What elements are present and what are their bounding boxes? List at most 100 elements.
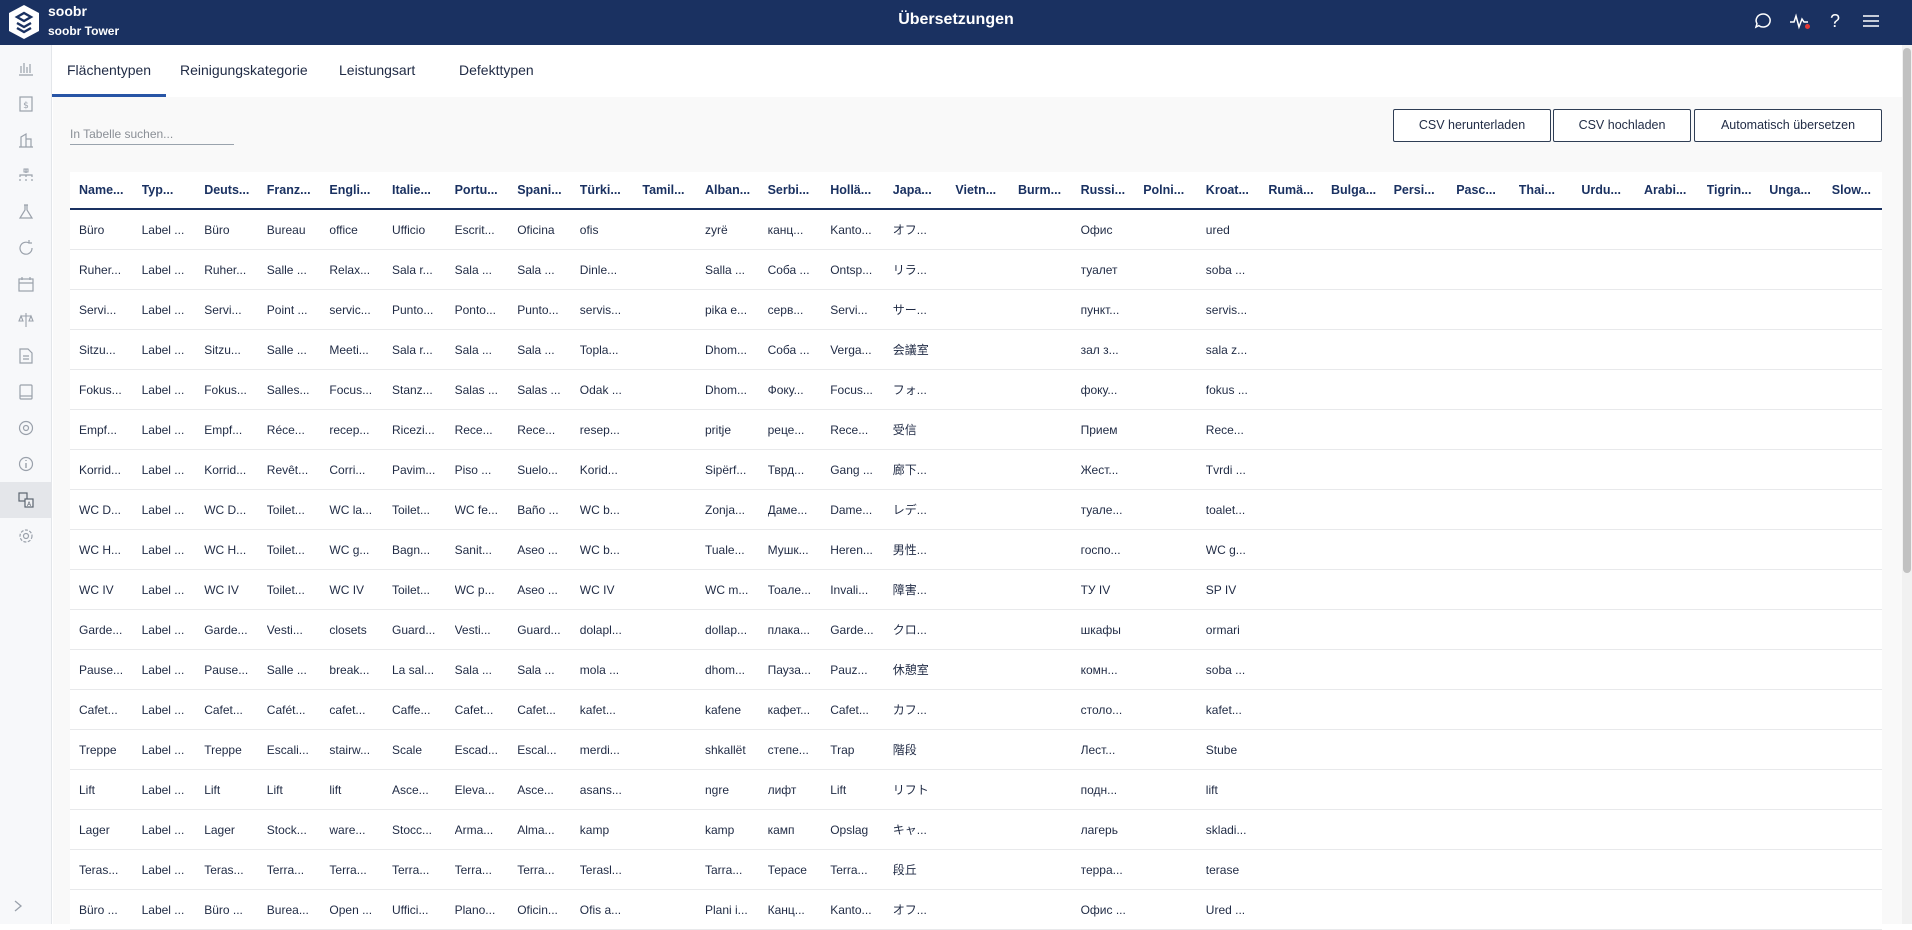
column-header[interactable]: Alban... xyxy=(705,172,764,208)
table-row[interactable]: Cafet... Label ... Cafet... Cafét... cafet..… xyxy=(70,690,1882,730)
column-header[interactable]: Tigrin... xyxy=(1707,172,1766,208)
column-header[interactable]: Arabi... xyxy=(1644,172,1703,208)
column-header[interactable]: Franz... xyxy=(267,172,326,208)
column-header[interactable]: Persi... xyxy=(1394,172,1453,208)
sidebar-item-sensors[interactable] xyxy=(0,410,52,446)
table-cell: Pause... xyxy=(79,663,124,677)
tab-flaechentypen[interactable]: Flächentypen xyxy=(52,45,167,97)
column-header[interactable]: Pasc... xyxy=(1456,172,1515,208)
table-row[interactable]: WC IV Label ... WC IV Toilet... WC IV Toilet.… xyxy=(70,570,1882,610)
table-row[interactable]: Sitzu... Label ... Sitzu... Salle ... Meeti.… xyxy=(70,330,1882,370)
column-header[interactable]: Burm... xyxy=(1018,172,1077,208)
sidebar-item-sync[interactable] xyxy=(0,230,52,266)
table-row[interactable]: Servi... Label ... Servi... Point ... servic… xyxy=(70,290,1882,330)
table-row[interactable]: Korrid... Label ... Korrid... Revêt... Corri… xyxy=(70,450,1882,490)
sidebar-item-balance[interactable] xyxy=(0,302,52,338)
column-header[interactable]: Kroat... xyxy=(1206,172,1265,208)
chevron-right-icon[interactable] xyxy=(10,898,26,914)
tab-defekttypen[interactable]: Defekttypen xyxy=(444,45,549,97)
table-row[interactable]: Pause... Label ... Pause... Salle ... break.… xyxy=(70,650,1882,690)
table-row[interactable]: Treppe Label ... Treppe Escali... stairw... S… xyxy=(70,730,1882,770)
table-cell: Ponto... xyxy=(454,303,496,317)
sidebar-item-dashboard[interactable] xyxy=(0,50,52,86)
column-header[interactable]: Slow... xyxy=(1832,172,1891,208)
column-header[interactable]: Name... xyxy=(79,172,138,208)
table-row[interactable]: WC D... Label ... WC D... Toilet... WC la...… xyxy=(70,490,1882,530)
table-cell xyxy=(642,890,701,930)
table-cell: Guard... xyxy=(517,623,561,637)
table-cell: Servi... xyxy=(79,303,117,317)
column-header[interactable]: Vietn... xyxy=(955,172,1014,208)
column-header[interactable]: Hollä... xyxy=(830,172,889,208)
table-cell: Канц... xyxy=(767,903,805,917)
table-row[interactable]: Büro ... Label ... Büro ... Burea... Open ..… xyxy=(70,890,1882,930)
table-cell: Empf... xyxy=(79,423,118,437)
sidebar-item-structure[interactable] xyxy=(0,158,52,194)
sidebar-item-tablet[interactable] xyxy=(0,374,52,410)
table-row[interactable]: WC H... Label ... WC H... Toilet... WC g... B… xyxy=(70,530,1882,570)
column-header[interactable]: Türki... xyxy=(580,172,639,208)
column-header[interactable]: Spani... xyxy=(517,172,576,208)
column-header[interactable]: Engli... xyxy=(329,172,388,208)
column-header[interactable]: Typ... xyxy=(142,172,201,208)
sidebar-item-translations[interactable]: A xyxy=(0,482,52,518)
table-row[interactable]: Ruher... Label ... Ruher... Salle ... Relax.… xyxy=(70,250,1882,290)
auto-translate-button[interactable]: Automatisch übersetzen xyxy=(1694,109,1882,142)
sidebar-item-calendar[interactable] xyxy=(0,266,52,302)
sidebar-item-reports[interactable] xyxy=(0,338,52,374)
table-cell: Label ... xyxy=(141,423,185,437)
column-header[interactable]: Rumä... xyxy=(1268,172,1327,208)
site-name[interactable]: soobr Tower xyxy=(48,23,119,40)
column-header[interactable]: Polni... xyxy=(1143,172,1202,208)
csv-upload-button[interactable]: CSV hochladen xyxy=(1553,109,1691,142)
column-header[interactable]: Tamil... xyxy=(642,172,701,208)
table-cell: Dhom... xyxy=(705,383,748,397)
menu-icon[interactable] xyxy=(1860,10,1882,32)
table-cell xyxy=(955,450,1014,490)
table-row[interactable]: Garde... Label ... Garde... Vesti... closets… xyxy=(70,610,1882,650)
table-cell: Meeti... xyxy=(329,343,369,357)
chat-icon[interactable] xyxy=(1752,10,1774,32)
table-cell: Terra... xyxy=(830,863,868,877)
scrollbar-thumb[interactable] xyxy=(1903,48,1911,573)
column-header[interactable]: Deuts... xyxy=(204,172,263,208)
table-row[interactable]: Fokus... Label ... Fokus... Salles... Focus.… xyxy=(70,370,1882,410)
document-icon xyxy=(19,348,33,364)
column-header[interactable]: Bulga... xyxy=(1331,172,1390,208)
tab-leistungsart[interactable]: Leistungsart xyxy=(324,45,430,97)
column-header[interactable]: Italie... xyxy=(392,172,451,208)
table-cell: kamp xyxy=(705,823,735,837)
column-header[interactable]: Thai... xyxy=(1519,172,1578,208)
table-cell: WC IV xyxy=(79,583,114,597)
sidebar-item-finance[interactable]: $ xyxy=(0,86,52,122)
table-row[interactable]: Lift Label ... Lift Lift lift Asce... Eleva...… xyxy=(70,770,1882,810)
table-row[interactable]: Lager Label ... Lager Stock... ware... Stocc.… xyxy=(70,810,1882,850)
search-input[interactable] xyxy=(70,123,234,145)
table-cell: Caffe... xyxy=(392,703,431,717)
soobr-logo-icon[interactable] xyxy=(7,4,41,40)
column-header[interactable]: Russi... xyxy=(1081,172,1140,208)
help-icon[interactable]: ? xyxy=(1824,10,1846,32)
building-icon xyxy=(19,132,33,148)
csv-download-button[interactable]: CSV herunterladen xyxy=(1393,109,1551,142)
sidebar-item-lab[interactable] xyxy=(0,194,52,230)
tab-reinigungskategorie[interactable]: Reinigungskategorie xyxy=(165,45,323,97)
tab-bar: Flächentypen Reinigungskategorie Leistun… xyxy=(52,45,1902,97)
column-header[interactable]: Portu... xyxy=(455,172,514,208)
column-header[interactable]: Serbi... xyxy=(768,172,827,208)
table-cell: Escali... xyxy=(266,743,309,757)
table-row[interactable]: Teras... Label ... Teras... Terra... Terra..… xyxy=(70,850,1882,890)
sidebar-item-info[interactable] xyxy=(0,446,52,482)
table-row[interactable]: Büro Label ... Büro Bureau office Ufficio Escr… xyxy=(70,210,1882,250)
sidebar-item-settings[interactable] xyxy=(0,518,52,554)
table-cell: лифт xyxy=(767,783,797,797)
table-cell: Salas ... xyxy=(454,383,498,397)
sidebar-item-buildings[interactable] xyxy=(0,122,52,158)
vertical-scrollbar[interactable] xyxy=(1902,45,1912,924)
column-header[interactable]: Unga... xyxy=(1769,172,1828,208)
table-cell: Rece... xyxy=(454,423,493,437)
column-header[interactable]: Japa... xyxy=(893,172,952,208)
activity-icon[interactable] xyxy=(1788,10,1810,32)
table-row[interactable]: Empf... Label ... Empf... Réce... recep... Ri… xyxy=(70,410,1882,450)
column-header[interactable]: Urdu... xyxy=(1581,172,1640,208)
